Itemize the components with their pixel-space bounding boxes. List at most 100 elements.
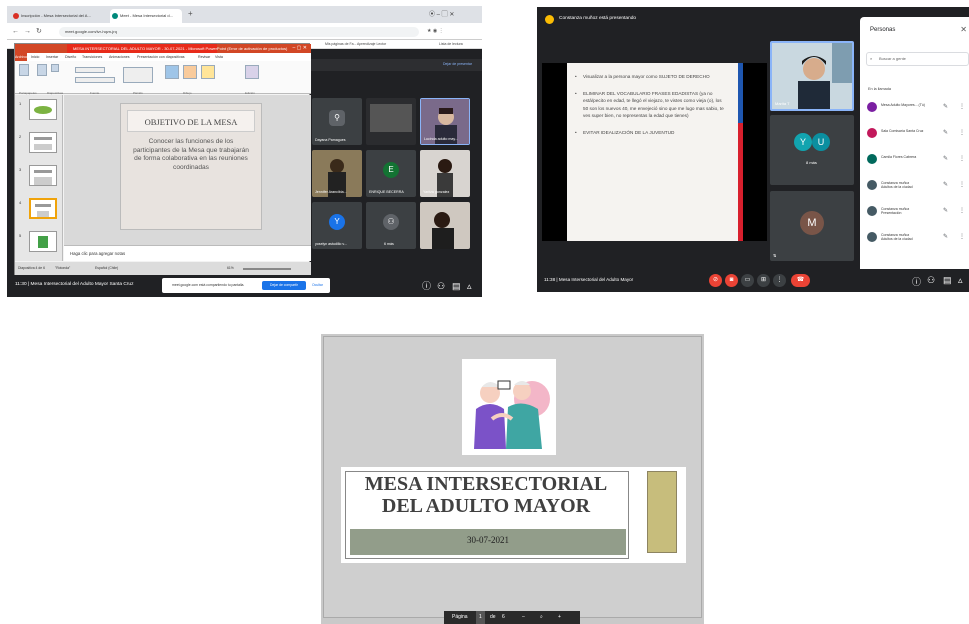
- meeting-info: 11:38 | Mesa Intersectorial del Adulto M…: [544, 277, 634, 282]
- tab-insert[interactable]: Insertar: [46, 55, 58, 59]
- tab-review[interactable]: Revisar: [198, 55, 210, 59]
- tab-home[interactable]: Inicio: [31, 55, 39, 59]
- participant-tile[interactable]: E ENRIQUE BECERRA: [366, 150, 416, 197]
- tab-view[interactable]: Vista: [215, 55, 223, 59]
- people-icon[interactable]: ⚇: [927, 275, 935, 286]
- window-controls-icon[interactable]: ⦿ – ▢ ✕: [429, 9, 454, 18]
- more-participants-tile[interactable]: Y U 8 más: [770, 115, 854, 185]
- window-controls-icon[interactable]: – ▢ ✕: [293, 44, 307, 53]
- slide-title: OBJETIVO DE LA MESA: [127, 110, 255, 132]
- chat-icon[interactable]: ▤: [943, 275, 952, 286]
- more-icon[interactable]: ⋮: [959, 233, 965, 240]
- page-total: 6: [502, 614, 505, 620]
- font-format-icons[interactable]: [75, 77, 115, 83]
- people-icon[interactable]: ⚇: [437, 281, 445, 291]
- new-slide-icon[interactable]: [37, 64, 47, 76]
- forward-icon[interactable]: →: [24, 27, 31, 36]
- stop-sharing-button[interactable]: Dejar de compartir: [262, 281, 306, 290]
- slide-thumbnail[interactable]: [29, 165, 57, 186]
- hide-button[interactable]: Ocultar: [312, 283, 323, 287]
- paste-icon[interactable]: [19, 64, 29, 76]
- mic-icon[interactable]: ✎: [943, 155, 948, 162]
- mic-icon[interactable]: ✎: [943, 129, 948, 136]
- participant-tile[interactable]: M ⇅: [770, 191, 854, 261]
- browser-tab-active[interactable]: Meet - Mesa Intersectorial d...: [110, 9, 182, 23]
- participant-tile[interactable]: Jennifer Arancibia...: [312, 150, 362, 197]
- back-icon[interactable]: ←: [12, 27, 19, 36]
- bookmark[interactable]: Mis páginas de Fa...: [325, 42, 357, 46]
- more-icon[interactable]: ⋮: [959, 129, 965, 136]
- extensions-icon[interactable]: ★ ◉ ⋮: [427, 27, 444, 36]
- quick-styles-icon[interactable]: [201, 65, 215, 79]
- zoom-icon[interactable]: ⌕: [540, 611, 543, 624]
- end-call-button[interactable]: ☎: [791, 274, 810, 287]
- person-row[interactable]: Constanza muñoz Presentación ✎ ⋮: [867, 203, 969, 223]
- participant-tile[interactable]: Lucinda adulto may...: [420, 98, 470, 145]
- mic-icon[interactable]: ✎: [943, 233, 948, 240]
- more-participants-tile[interactable]: ⚇ 6 más: [366, 202, 416, 249]
- zoom-slider[interactable]: [243, 268, 291, 270]
- current-slide[interactable]: OBJETIVO DE LA MESA Conocer las funcione…: [120, 103, 262, 230]
- address-bar: ← → ↻ meet.google.com/ivr-hqvn-jrq ★ ◉ ⋮: [7, 23, 482, 40]
- tab-design[interactable]: Diseño: [65, 55, 76, 59]
- arrange-icon[interactable]: [183, 65, 197, 79]
- avatar: M: [800, 211, 824, 235]
- notes-pane[interactable]: Haga clic para agregar notas: [64, 245, 311, 261]
- slide-thumbnail[interactable]: [29, 231, 57, 252]
- tab-file[interactable]: Archivo: [15, 53, 27, 61]
- shapes-icon[interactable]: [165, 65, 179, 79]
- chat-icon[interactable]: ▤: [452, 281, 461, 291]
- participant-name: Yaritza gonzalez: [423, 190, 450, 194]
- info-icon[interactable]: ⓘ: [912, 275, 921, 288]
- camera-off-button[interactable]: ◙: [725, 274, 738, 287]
- captions-button[interactable]: ▭: [741, 274, 754, 287]
- participant-tile[interactable]: [420, 202, 470, 249]
- close-icon[interactable]: ✕: [960, 25, 967, 34]
- find-icon[interactable]: [245, 65, 259, 79]
- more-icon[interactable]: ⋮: [959, 207, 965, 214]
- tab-slideshow[interactable]: Presentación con diapositivas: [137, 55, 185, 59]
- info-icon[interactable]: ⓘ: [422, 281, 431, 291]
- zoom-out-icon[interactable]: –: [522, 611, 525, 624]
- mic-icon[interactable]: ✎: [943, 181, 948, 188]
- tab-transitions[interactable]: Transiciones: [82, 55, 102, 59]
- participant-tile[interactable]: Marita T: [770, 41, 854, 111]
- more-icon[interactable]: ⋮: [959, 103, 965, 110]
- slide-thumbnail-selected[interactable]: [29, 198, 57, 219]
- mic-icon[interactable]: ✎: [943, 103, 948, 110]
- person-row[interactable]: Mesa Adulto Mayores... (Tú) ✎ ⋮: [867, 99, 969, 119]
- bookmark[interactable]: Aprendizaje Lector: [357, 42, 386, 46]
- activities-icon[interactable]: ▵: [958, 275, 963, 286]
- participant-tile[interactable]: Yaritza gonzalez: [420, 150, 470, 197]
- more-options-button[interactable]: ⋮: [773, 274, 786, 287]
- bookmark[interactable]: Lista de lectura: [439, 42, 463, 46]
- layout-icon[interactable]: [51, 64, 59, 72]
- more-icon[interactable]: ⋮: [959, 155, 965, 162]
- participant-tile[interactable]: [366, 98, 416, 145]
- participant-tile[interactable]: ⚲ Dayana Pamagues: [312, 98, 362, 145]
- font-family-select[interactable]: [75, 67, 105, 73]
- mic-off-button[interactable]: ⊘: [709, 274, 722, 287]
- avatar: [867, 102, 877, 112]
- page-number-input[interactable]: 1: [476, 611, 485, 624]
- people-search-input[interactable]: ⌕ Buscar a gente: [866, 52, 969, 66]
- tab-animations[interactable]: Animaciones: [109, 55, 130, 59]
- person-row[interactable]: Constanza muñoz Adultos de la ciudad ✎ ⋮: [867, 177, 969, 197]
- zoom-in-icon[interactable]: +: [558, 611, 561, 624]
- person-row[interactable]: Camila Flores Cabrera ✎ ⋮: [867, 151, 969, 171]
- participant-tile[interactable]: Y yoselyn astudillo v...: [312, 202, 362, 249]
- url-input[interactable]: meet.google.com/ivr-hqvn-jrq: [59, 27, 419, 37]
- person-row[interactable]: Sala Comisaría Santa Cruz ✎ ⋮: [867, 125, 969, 145]
- more-icon[interactable]: ⋮: [959, 181, 965, 188]
- browser-tab[interactable]: Inscripción - Mesa Intersectorial del A.…: [11, 9, 107, 23]
- slide-thumbnail[interactable]: [29, 132, 57, 153]
- mic-icon[interactable]: ✎: [943, 207, 948, 214]
- reload-icon[interactable]: ↻: [36, 27, 42, 36]
- present-button[interactable]: ⊞: [757, 274, 770, 287]
- slide-thumbnail[interactable]: [29, 99, 57, 120]
- activities-icon[interactable]: ▵: [467, 281, 472, 291]
- person-row[interactable]: Constanza muñoz Adultos de la ciudad ✎ ⋮: [867, 229, 969, 249]
- new-tab-icon[interactable]: +: [188, 9, 193, 18]
- paragraph-icons[interactable]: [123, 67, 153, 83]
- stop-presenting-link[interactable]: Dejar de presentar: [443, 62, 472, 66]
